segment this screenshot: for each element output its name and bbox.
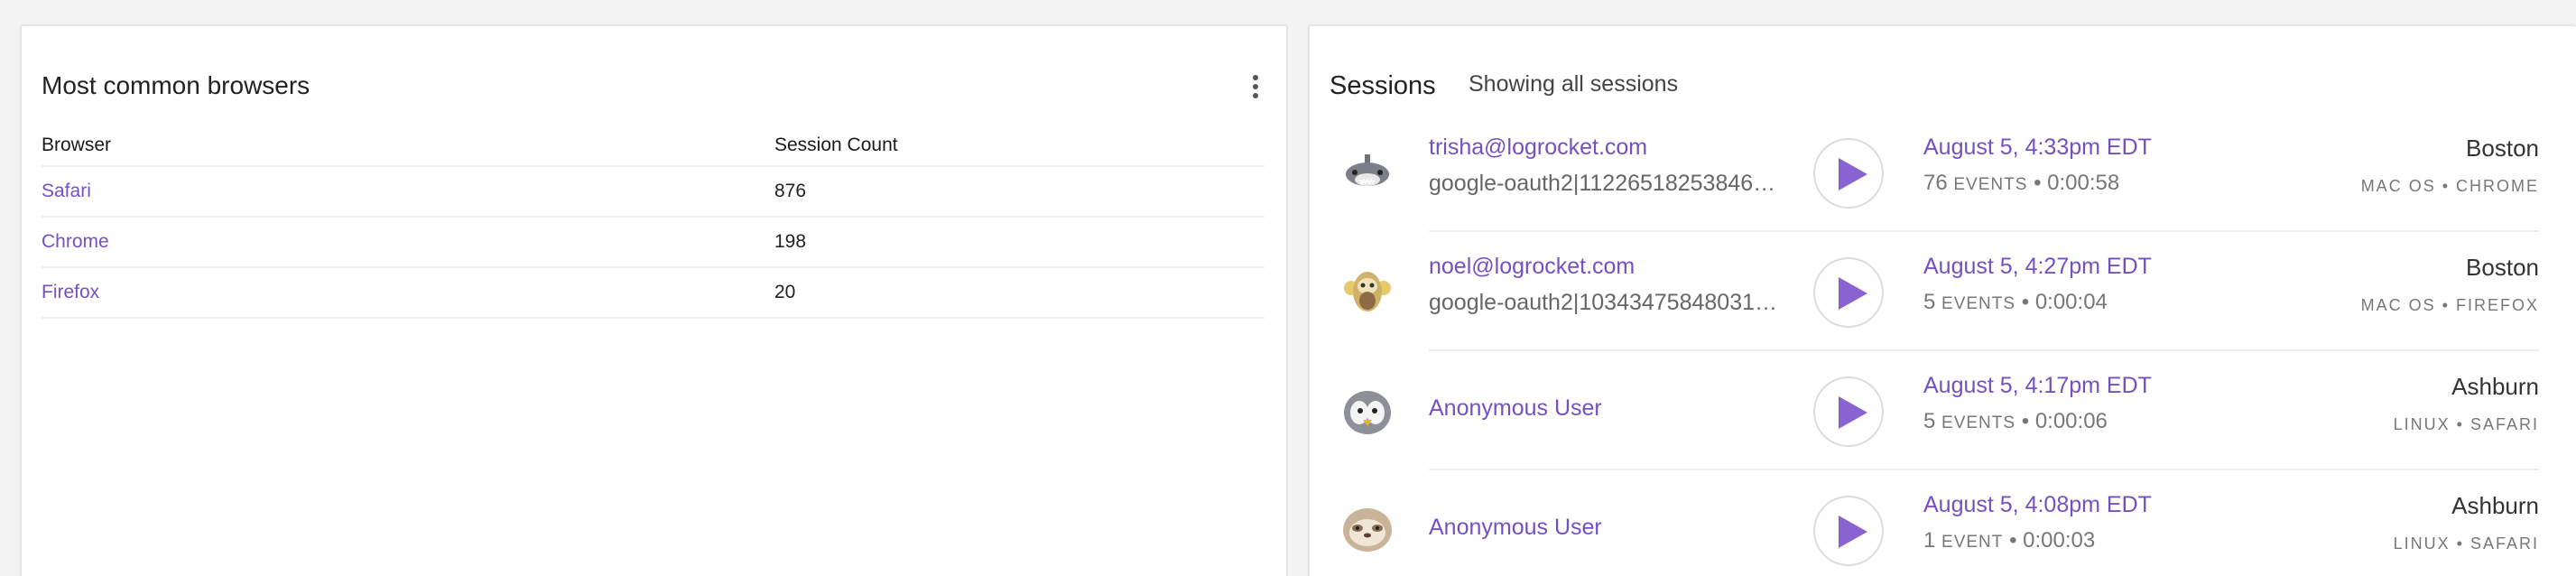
play-icon — [1839, 277, 1867, 310]
session-city: Boston — [2466, 135, 2539, 162]
browser-link[interactable]: Firefox — [42, 282, 774, 303]
session-user-link[interactable]: noel@logrocket.com — [1429, 254, 1790, 280]
session-platform: LINUX • SAFARI — [2393, 415, 2539, 433]
session-user-link[interactable]: Anonymous User — [1429, 515, 1790, 541]
column-header-browser: Browser — [42, 135, 112, 155]
play-button[interactable] — [1813, 376, 1884, 447]
session-date-link[interactable]: August 5, 4:33pm EDT — [1923, 135, 2152, 161]
browser-link[interactable]: Chrome — [42, 231, 774, 253]
session-meta: 5 EVENTS • 0:00:06 — [1923, 409, 2108, 433]
event-count: 5 — [1923, 290, 1936, 314]
session-count: 198 — [774, 231, 807, 252]
column-header-session-count: Session Count — [774, 135, 898, 155]
table-row: Safari 876 — [42, 167, 1265, 218]
browsers-table: Browser Session Count Safari 876 Chrome … — [42, 129, 1265, 319]
sessions-subtitle: Showing all sessions — [1469, 71, 1679, 97]
play-button[interactable] — [1813, 257, 1884, 328]
session-date-link[interactable]: August 5, 4:27pm EDT — [1923, 254, 2152, 280]
session-user-link[interactable]: Anonymous User — [1429, 395, 1790, 422]
event-count: 76 — [1923, 171, 1948, 195]
table-row: Chrome 198 — [42, 218, 1265, 268]
session-user-id: google-oauth2|11226518253846… — [1429, 171, 1776, 196]
penguin-avatar-icon — [1340, 384, 1395, 438]
event-count: 1 — [1923, 528, 1936, 553]
play-icon — [1839, 158, 1867, 190]
session-row[interactable]: trisha@logrocket.com google-oauth2|11226… — [1330, 113, 2539, 232]
sessions-card: Sessions Showing all sessions trisha@log… — [1308, 24, 2576, 576]
sessions-title: Sessions — [1330, 71, 1436, 100]
browsers-card: Most common browsers Browser Session Cou… — [20, 24, 1288, 576]
session-city: Ashburn — [2451, 492, 2539, 519]
session-platform: MAC OS • FIREFOX — [2360, 296, 2539, 314]
event-label: EVENTS — [1953, 175, 2028, 194]
session-meta: 5 EVENTS • 0:00:04 — [1923, 290, 2108, 314]
session-platform: MAC OS • CHROME — [2360, 177, 2539, 195]
browser-link[interactable]: Safari — [42, 181, 774, 202]
session-duration: 0:00:04 — [2034, 290, 2108, 314]
browsers-card-title: Most common browsers — [42, 71, 310, 99]
session-row[interactable]: noel@logrocket.com google-oauth2|1034347… — [1330, 232, 2539, 351]
session-platform: LINUX • SAFARI — [2393, 534, 2539, 553]
session-date-link[interactable]: August 5, 4:17pm EDT — [1923, 373, 2152, 399]
session-date-link[interactable]: August 5, 4:08pm EDT — [1923, 492, 2152, 518]
play-icon — [1839, 516, 1867, 548]
event-count: 5 — [1923, 409, 1936, 433]
session-city: Ashburn — [2451, 373, 2539, 400]
session-user-link[interactable]: trisha@logrocket.com — [1429, 135, 1790, 161]
more-options-icon[interactable] — [1248, 73, 1263, 100]
session-count: 20 — [774, 282, 796, 302]
session-meta: 1 EVENT • 0:00:03 — [1923, 528, 2096, 553]
session-city: Boston — [2466, 254, 2539, 281]
play-button[interactable] — [1813, 138, 1884, 209]
session-duration: 0:00:58 — [2047, 171, 2120, 195]
play-icon — [1839, 396, 1867, 429]
session-row[interactable]: Anonymous User August 5, 4:17pm EDT 5 EV… — [1330, 351, 2539, 470]
event-label: EVENTS — [1941, 294, 2016, 313]
shark-avatar-icon — [1340, 145, 1395, 200]
event-label: EVENT — [1941, 533, 2004, 552]
session-meta: 76 EVENTS • 0:00:58 — [1923, 171, 2120, 195]
table-header: Browser Session Count — [42, 129, 1265, 167]
session-duration: 0:00:06 — [2034, 409, 2108, 433]
session-user-id: google-oauth2|10343475848031… — [1429, 290, 1778, 315]
session-duration: 0:00:03 — [2023, 528, 2096, 553]
sloth-avatar-icon — [1340, 503, 1395, 557]
event-label: EVENTS — [1941, 413, 2016, 432]
session-row[interactable]: Anonymous User August 5, 4:08pm EDT 1 EV… — [1330, 470, 2539, 576]
session-count: 876 — [774, 181, 807, 201]
monkey-avatar-icon — [1340, 265, 1395, 319]
table-row: Firefox 20 — [42, 268, 1265, 319]
play-button[interactable] — [1813, 496, 1884, 566]
